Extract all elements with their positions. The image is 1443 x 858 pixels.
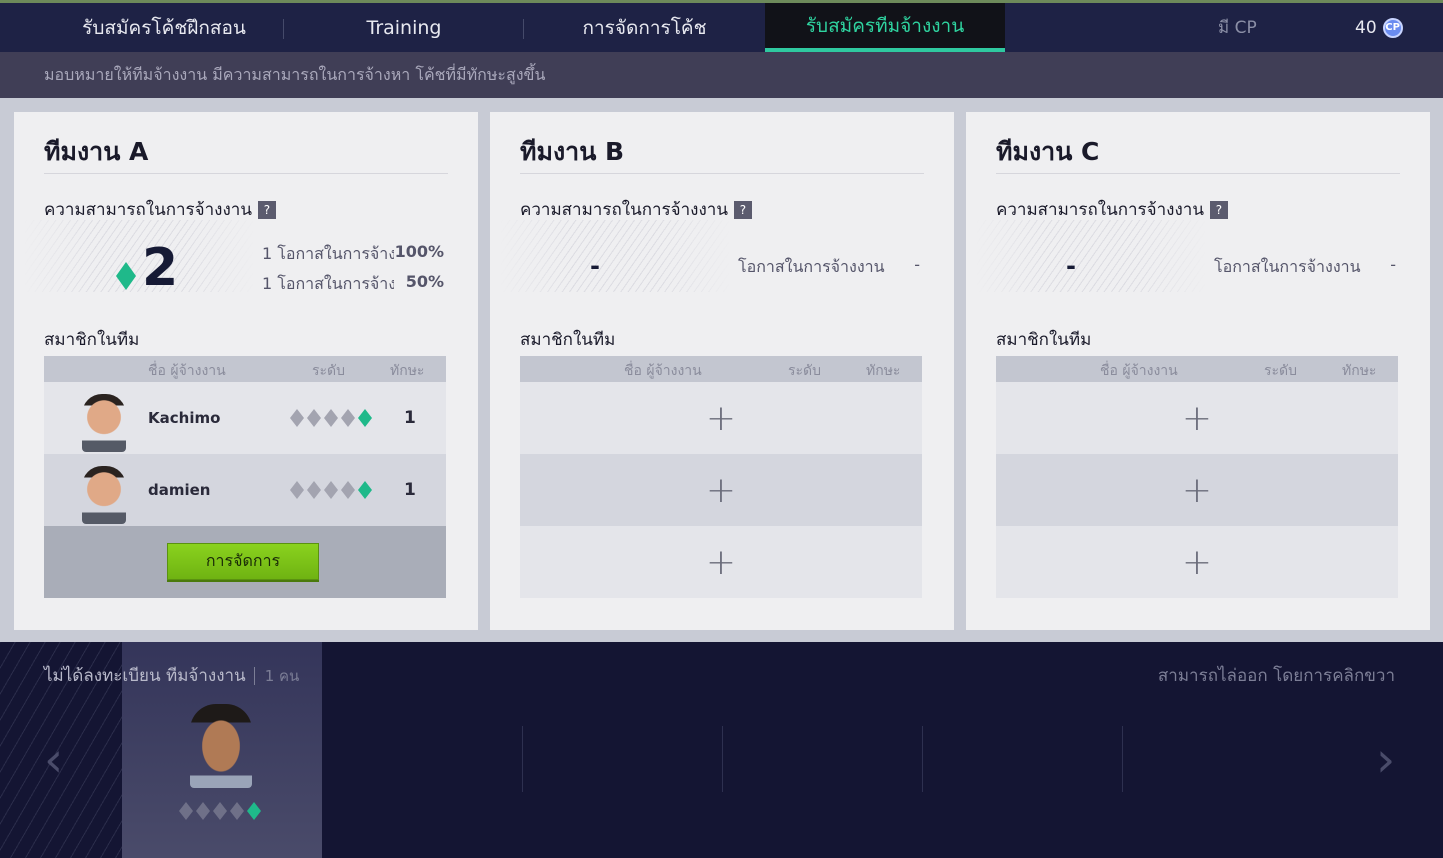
unregistered-title: ไม่ได้ลงทะเบียน ทีมจ้างงาน 1 คน [44,662,300,689]
member-name: Kachimo [148,409,221,427]
members-label: สมาชิกในทีม [44,330,140,350]
hire-chance-value: - [1390,255,1396,274]
ability-graphic [24,220,254,292]
plus-icon: + [705,397,737,439]
divider [520,173,924,174]
members-table: ชื่อ ผู้จ้างงาน ระดับ ทักษะ + + + [520,356,922,598]
hire-chance-label: โอกาสในการจ้างงาน [1214,257,1361,276]
plus-icon: + [1181,397,1213,439]
team-panel: ทีมงาน C ความสามารถในการจ้างงาน? - โอกาส… [966,112,1430,630]
unregistered-count: 1 คน [253,667,300,685]
tab-coach-recruit[interactable]: รับสมัครโค้ชฝึกสอน [44,3,284,52]
ability-label-text: ความสามารถในการจ้างงาน [996,200,1204,220]
coach-level-diamonds [179,802,261,820]
members-table: ชื่อ ผู้จ้างงาน ระดับ ทักษะ Kachimo 1 dami… [44,356,446,598]
add-member-slot[interactable]: + [520,454,922,526]
slot-divider [1122,726,1123,792]
member-row[interactable]: Kachimo 1 [44,382,446,454]
tab-training[interactable]: Training [284,3,524,52]
team-title: ทีมงาน C [996,137,1100,166]
cp-value: 40 [1355,17,1377,38]
col-level: ระดับ [312,363,346,379]
unregistered-title-text: ไม่ได้ลงทะเบียน ทีมจ้างงาน [44,666,246,686]
col-level: ระดับ [788,363,822,379]
team-panel: ทีมงาน B ความสามารถในการจ้างงาน? - โอกาส… [490,112,954,630]
cp-balance: 40 CP [1355,3,1403,52]
ability-label: ความสามารถในการจ้างงาน? [44,196,276,223]
col-name: ชื่อ ผู้จ้างงาน [148,363,226,379]
hire-chance-label: 1 โอกาสในการจ้างงา [262,274,394,293]
hire-chance-value: 100% [394,242,444,261]
tab-coach-management[interactable]: การจัดการโค้ช [524,3,765,52]
ability-label: ความสามารถในการจ้างงาน? [996,196,1228,223]
ability-value: - [1066,252,1076,280]
col-name: ชื่อ ผู้จ้างงาน [1100,363,1178,379]
hire-chance-label: 1 โอกาสในการจ้างงา [262,244,394,263]
member-skill: 1 [404,408,416,428]
cp-coin-icon: CP [1382,17,1403,38]
subtitle: มอบหมายให้ทีมจ้างงาน มีความสามารถในการจ้… [0,52,1443,98]
slot-divider [722,726,723,792]
team-title: ทีมงาน B [520,137,625,166]
team-title: ทีมงาน A [44,137,149,166]
table-header: ชื่อ ผู้จ้างงาน ระดับ ทักษะ [996,356,1398,382]
members-table: ชื่อ ผู้จ้างงาน ระดับ ทักษะ + + + [996,356,1398,598]
hire-chance-value: - [914,255,920,274]
col-level: ระดับ [1264,363,1298,379]
avatar [82,394,126,452]
member-row[interactable]: damien 1 [44,454,446,526]
plus-icon: + [1181,541,1213,583]
help-icon[interactable]: ? [257,201,276,219]
col-skill: ทักษะ [1342,363,1377,379]
add-member-slot[interactable]: + [520,382,922,454]
col-skill: ทักษะ [866,363,901,379]
divider [44,173,448,174]
ability-graphic [500,220,730,292]
dismiss-hint: สามารถไล่ออก โดยการคลิกขวา [1157,666,1395,686]
ability-label-text: ความสามารถในการจ้างงาน [520,200,728,220]
add-member-slot[interactable]: + [996,454,1398,526]
add-member-slot[interactable]: + [520,526,922,598]
manage-area: การจัดการ [44,526,446,598]
tab-hiring-team[interactable]: รับสมัครทีมจ้างงาน [765,3,1005,52]
table-header: ชื่อ ผู้จ้างงาน ระดับ ทักษะ [44,356,446,382]
col-skill: ทักษะ [390,363,425,379]
ability-label-text: ความสามารถในการจ้างงาน [44,200,252,220]
ability-graphic [976,220,1206,292]
hire-chance-value: 50% [405,272,444,291]
divider [996,173,1400,174]
add-member-slot[interactable]: + [996,382,1398,454]
table-header: ชื่อ ผู้จ้างงาน ระดับ ทักษะ [520,356,922,382]
cp-label: มี CP [1218,18,1257,38]
ability-label: ความสามารถในการจ้างงาน? [520,196,752,223]
team-panel: ทีมงาน A ความสามารถในการจ้างงาน? 2 1 โอกา… [14,112,478,630]
manage-button[interactable]: การจัดการ [167,543,319,580]
unregistered-section: ไม่ได้ลงทะเบียน ทีมจ้างงาน 1 คน สามารถไล่… [0,642,1443,858]
ability-value: 2 [142,238,179,298]
col-name: ชื่อ ผู้จ้างงาน [624,363,702,379]
add-member-slot[interactable]: + [996,526,1398,598]
chevron-right-icon[interactable]: › [1376,732,1395,788]
member-name: damien [148,481,211,499]
level-diamonds [290,481,372,499]
plus-icon: + [1181,469,1213,511]
help-icon[interactable]: ? [1209,201,1228,219]
hire-chance-label: โอกาสในการจ้างงาน [738,257,885,276]
avatar [82,466,126,524]
plus-icon: + [705,541,737,583]
member-skill: 1 [404,480,416,500]
ability-value: - [590,252,600,280]
help-icon[interactable]: ? [733,201,752,219]
top-nav: รับสมัครโค้ชฝึกสอน Training การจัดการโค้… [0,0,1443,52]
members-label: สมาชิกในทีม [520,330,616,350]
plus-icon: + [705,469,737,511]
members-label: สมาชิกในทีม [996,330,1092,350]
chevron-left-icon[interactable]: ‹ [44,732,63,788]
coach-avatar[interactable] [190,704,252,788]
slot-divider [922,726,923,792]
slot-divider [522,726,523,792]
level-diamonds [290,409,372,427]
